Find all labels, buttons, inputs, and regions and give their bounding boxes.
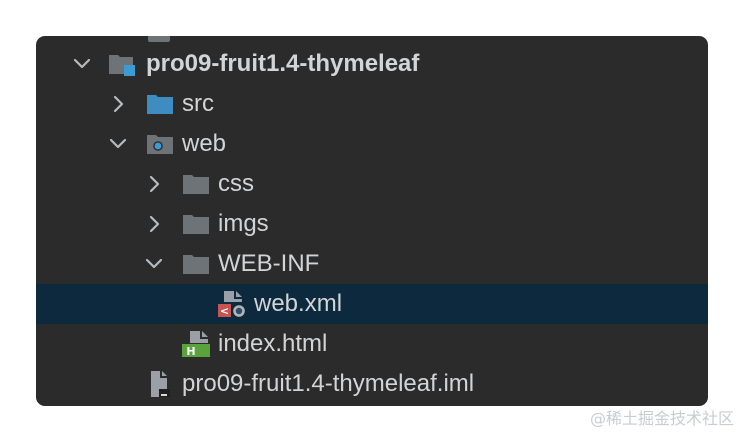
chevron-right-icon[interactable] [142,212,166,236]
folder-icon [182,210,210,238]
module-folder-icon [108,50,136,78]
html-file-icon: H [182,330,210,358]
tree-item-iml[interactable]: pro09-fruit1.4-thymeleaf.iml [36,364,708,404]
src-label: src [182,90,214,117]
source-folder-icon [146,90,174,118]
chevron-down-icon[interactable] [106,132,130,156]
project-root-label: pro09-fruit1.4-thymeleaf [146,50,420,77]
web-folder-icon [146,130,174,158]
web-label: web [182,130,227,157]
index-html-label: index.html [218,330,328,357]
iml-file-icon [146,370,174,398]
project-tree-panel: pro09-fruit1.4-thymeleaf src web css img… [36,36,708,406]
chevron-down-icon[interactable] [142,252,166,276]
chevron-right-icon[interactable] [106,92,130,116]
tree-item-css[interactable]: css [36,164,708,204]
css-label: css [218,170,254,197]
chevron-down-icon[interactable] [70,52,94,76]
tree-item-imgs[interactable]: imgs [36,204,708,244]
folder-icon [182,170,210,198]
tree-item-web[interactable]: web [36,124,708,164]
tree-item-project-root[interactable]: pro09-fruit1.4-thymeleaf [36,44,708,84]
web-inf-label: WEB-INF [218,250,320,277]
tree-item-web-xml[interactable]: < web.xml [36,284,708,324]
watermark: @稀土掘金技术社区 [590,409,735,428]
xml-badge: < [220,305,229,318]
folder-icon [182,250,210,278]
tree-item-index-html[interactable]: H index.html [36,324,708,364]
iml-label: pro09-fruit1.4-thymeleaf.iml [182,370,475,397]
scrolled-off-item-peek [148,36,170,42]
html-badge: H [186,345,195,358]
imgs-label: imgs [218,210,269,237]
chevron-right-icon[interactable] [142,172,166,196]
tree-item-web-inf[interactable]: WEB-INF [36,244,708,284]
tree-item-src[interactable]: src [36,84,708,124]
xml-file-icon: < [218,290,246,318]
web-xml-label: web.xml [254,290,343,317]
